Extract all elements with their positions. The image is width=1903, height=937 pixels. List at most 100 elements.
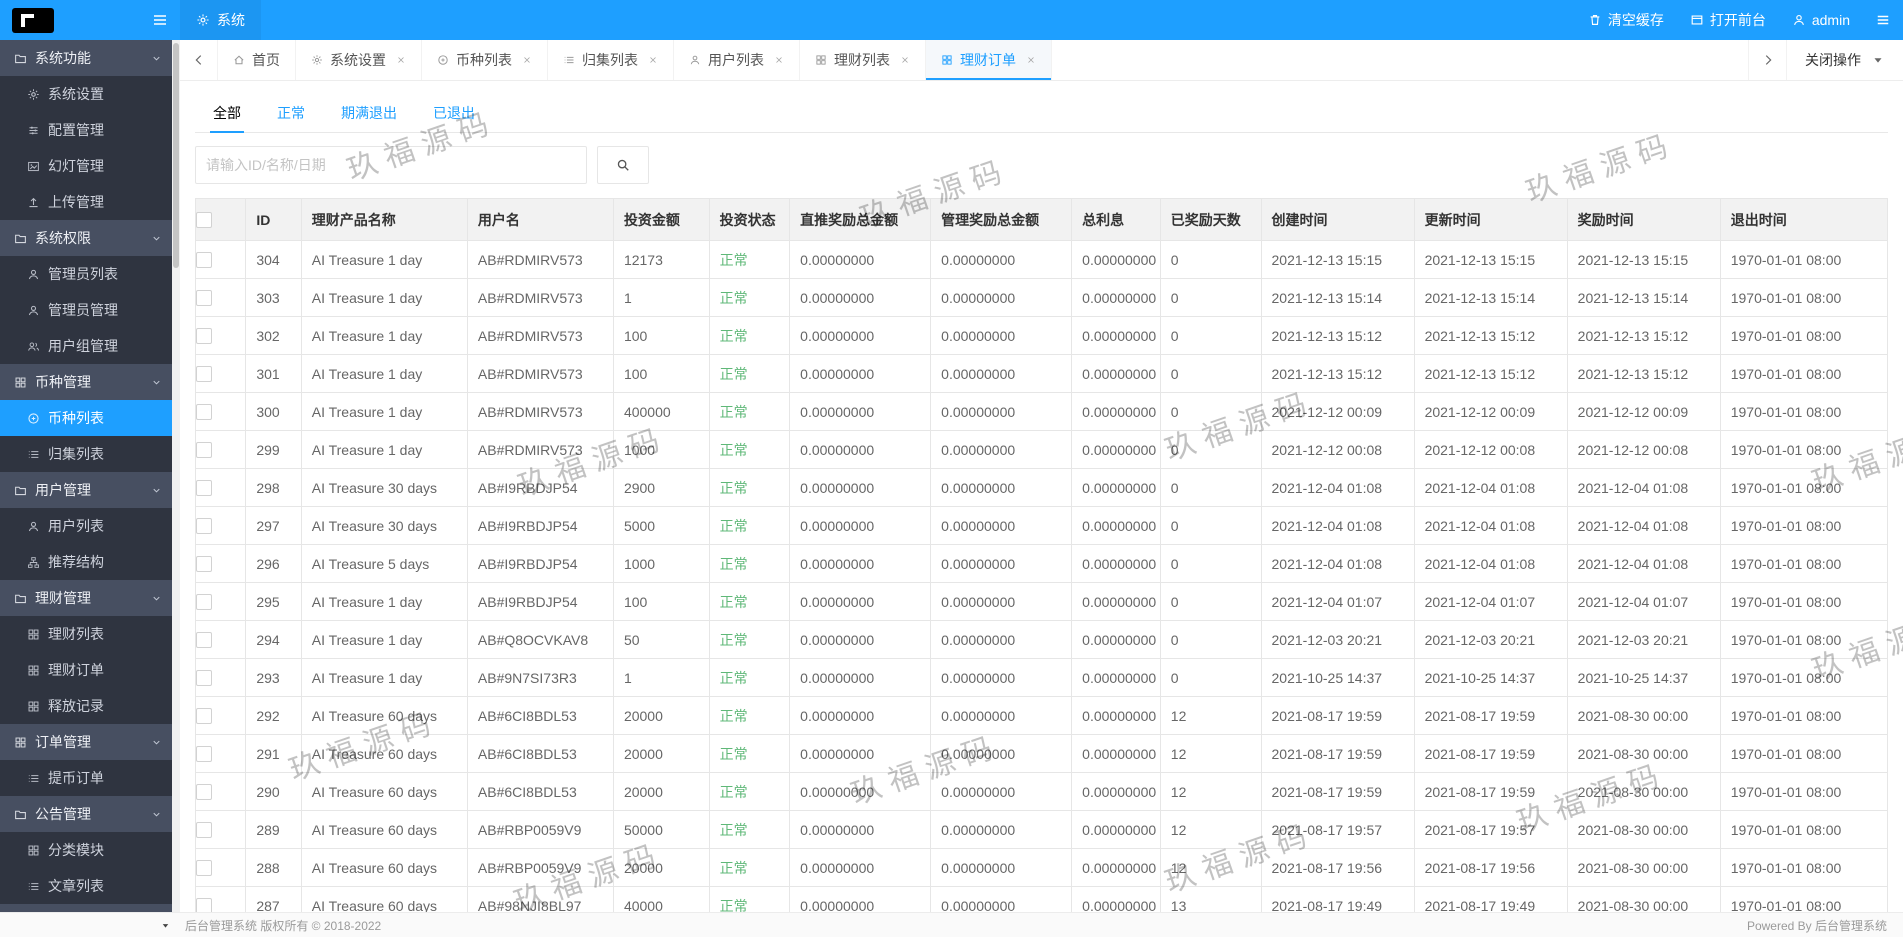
sidebar-group[interactable]: 币种管理 <box>0 364 172 400</box>
data-cell: 20000 <box>612 772 710 811</box>
sidebar-item[interactable]: 上传管理 <box>0 184 172 220</box>
sidebar-item[interactable]: 管理员管理 <box>0 292 172 328</box>
row-checkbox[interactable] <box>196 290 212 307</box>
sidebar-item[interactable]: 释放记录 <box>0 688 172 724</box>
tabs-scroll-right-icon[interactable] <box>1748 40 1786 80</box>
sidebar-item[interactable]: 系统设置 <box>0 76 172 112</box>
data-cell: AI Treasure 60 days <box>300 886 468 912</box>
page-tab[interactable]: 用户列表 <box>674 40 800 80</box>
sidebar-group[interactable]: 系统功能 <box>0 40 172 76</box>
search-button[interactable] <box>597 146 649 184</box>
open-front-button[interactable]: 打开前台 <box>1677 0 1779 40</box>
sidebar-group[interactable]: 客服服务 <box>0 904 172 912</box>
data-cell: 0.00000000 <box>930 658 1073 697</box>
sidebar-group[interactable]: 订单管理 <box>0 724 172 760</box>
sidebar-item-label: 币种列表 <box>48 410 104 426</box>
row-checkbox[interactable] <box>196 632 212 649</box>
tabs-scroll-left-icon[interactable] <box>180 40 218 80</box>
sidebar-item[interactable]: 管理员列表 <box>0 256 172 292</box>
row-checkbox[interactable] <box>196 442 212 459</box>
page-tab[interactable]: 首页 <box>218 40 296 80</box>
close-icon[interactable] <box>648 55 658 65</box>
footer-collapse-icon[interactable] <box>160 920 171 931</box>
sidebar-item[interactable]: 用户列表 <box>0 508 172 544</box>
close-icon[interactable] <box>396 55 406 65</box>
sidebar-item[interactable]: 币种列表 <box>0 400 172 436</box>
data-cell: 0.00000000 <box>1071 620 1161 659</box>
sidebar-item[interactable]: 分类模块 <box>0 832 172 868</box>
row-checkbox[interactable] <box>196 518 212 535</box>
filter-tab[interactable]: 已退出 <box>415 93 493 132</box>
sidebar-scrollbar-thumb[interactable] <box>173 43 179 268</box>
row-checkbox[interactable] <box>196 556 212 573</box>
sidebar-item[interactable]: 理财列表 <box>0 616 172 652</box>
sidebar-item[interactable]: 幻灯管理 <box>0 148 172 184</box>
data-cell: 0.00000000 <box>1071 886 1161 912</box>
data-cell: 2021-12-04 01:07 <box>1413 582 1568 621</box>
filter-tab[interactable]: 正常 <box>259 93 323 132</box>
row-checkbox[interactable] <box>196 746 212 763</box>
sidebar-item[interactable]: 理财订单 <box>0 652 172 688</box>
logo[interactable] <box>12 7 54 33</box>
row-checkbox[interactable] <box>196 670 212 687</box>
close-icon[interactable] <box>900 55 910 65</box>
column-header: 管理奖励总金额 <box>930 198 1073 241</box>
clear-cache-button[interactable]: 清空缓存 <box>1575 0 1677 40</box>
row-checkbox[interactable] <box>196 860 212 877</box>
data-cell: 0.00000000 <box>1071 506 1161 545</box>
sidebar-item[interactable]: 归集列表 <box>0 436 172 472</box>
data-cell: 2021-12-13 15:12 <box>1566 316 1721 355</box>
sidebar-item-label: 系统设置 <box>48 86 104 102</box>
row-checkbox[interactable] <box>196 252 212 269</box>
table-row: 287 AI Treasure 60 days AB#98NJI8BL97 40000… <box>194 886 1889 912</box>
page-tab[interactable]: 归集列表 <box>548 40 674 80</box>
row-checkbox[interactable] <box>196 898 212 912</box>
sidebar-group[interactable]: 公告管理 <box>0 796 172 832</box>
data-cell: 2021-12-04 01:07 <box>1566 582 1721 621</box>
row-checkbox[interactable] <box>196 708 212 725</box>
sidebar-item[interactable]: 提币订单 <box>0 760 172 796</box>
select-all-checkbox[interactable] <box>196 212 212 229</box>
close-icon[interactable] <box>774 55 784 65</box>
data-cell: 0.00000000 <box>789 278 932 317</box>
row-checkbox[interactable] <box>196 480 212 497</box>
data-cell: 0 <box>1159 392 1262 431</box>
data-cell: 2021-08-17 19:59 <box>1413 772 1568 811</box>
status-cell: 正常 <box>708 240 791 279</box>
row-checkbox[interactable] <box>196 822 212 839</box>
sidebar-item[interactable]: 文章列表 <box>0 868 172 904</box>
sidebar-item[interactable]: 用户组管理 <box>0 328 172 364</box>
user-menu[interactable]: admin <box>1779 0 1863 40</box>
row-checkbox[interactable] <box>196 404 212 421</box>
search-input[interactable] <box>195 146 587 184</box>
row-checkbox[interactable] <box>196 366 212 383</box>
main-content: 全部正常期满退出已退出 ID理财产品名称用户名投资金额投资状态直推奖励总金额管理… <box>180 81 1903 912</box>
topbar-more-button[interactable] <box>1863 0 1903 40</box>
sidebar-group-label: 币种管理 <box>35 374 91 390</box>
caret-down-icon <box>1871 53 1885 67</box>
sidebar-group[interactable]: 用户管理 <box>0 472 172 508</box>
sidebar-item[interactable]: 推荐结构 <box>0 544 172 580</box>
menu-toggle-icon[interactable] <box>152 12 168 28</box>
sidebar-item-label: 理财列表 <box>48 626 104 642</box>
sidebar-group[interactable]: 理财管理 <box>0 580 172 616</box>
sidebar-scrollbar[interactable] <box>172 40 180 912</box>
page-tabbar: 首页 系统设置 币种列表 归集列表 用户列表 理财列表 理财订单 关闭操作 <box>180 40 1903 81</box>
close-icon[interactable] <box>522 55 532 65</box>
row-checkbox[interactable] <box>196 594 212 611</box>
row-checkbox[interactable] <box>196 328 212 345</box>
filter-tab[interactable]: 期满退出 <box>323 93 415 132</box>
sidebar-group-label: 理财管理 <box>35 590 91 606</box>
row-checkbox[interactable] <box>196 784 212 801</box>
page-tab[interactable]: 理财列表 <box>800 40 926 80</box>
filter-tab[interactable]: 全部 <box>195 93 259 133</box>
page-tab[interactable]: 币种列表 <box>422 40 548 80</box>
sidebar-item[interactable]: 配置管理 <box>0 112 172 148</box>
system-menu[interactable]: 系统 <box>180 0 261 40</box>
close-icon[interactable] <box>1026 55 1036 65</box>
sidebar-group[interactable]: 系统权限 <box>0 220 172 256</box>
page-tab[interactable]: 系统设置 <box>296 40 422 80</box>
page-tab[interactable]: 理财订单 <box>926 40 1052 80</box>
data-cell: 1970-01-01 08:00 <box>1719 772 1889 811</box>
close-actions-dropdown[interactable]: 关闭操作 <box>1786 40 1903 80</box>
